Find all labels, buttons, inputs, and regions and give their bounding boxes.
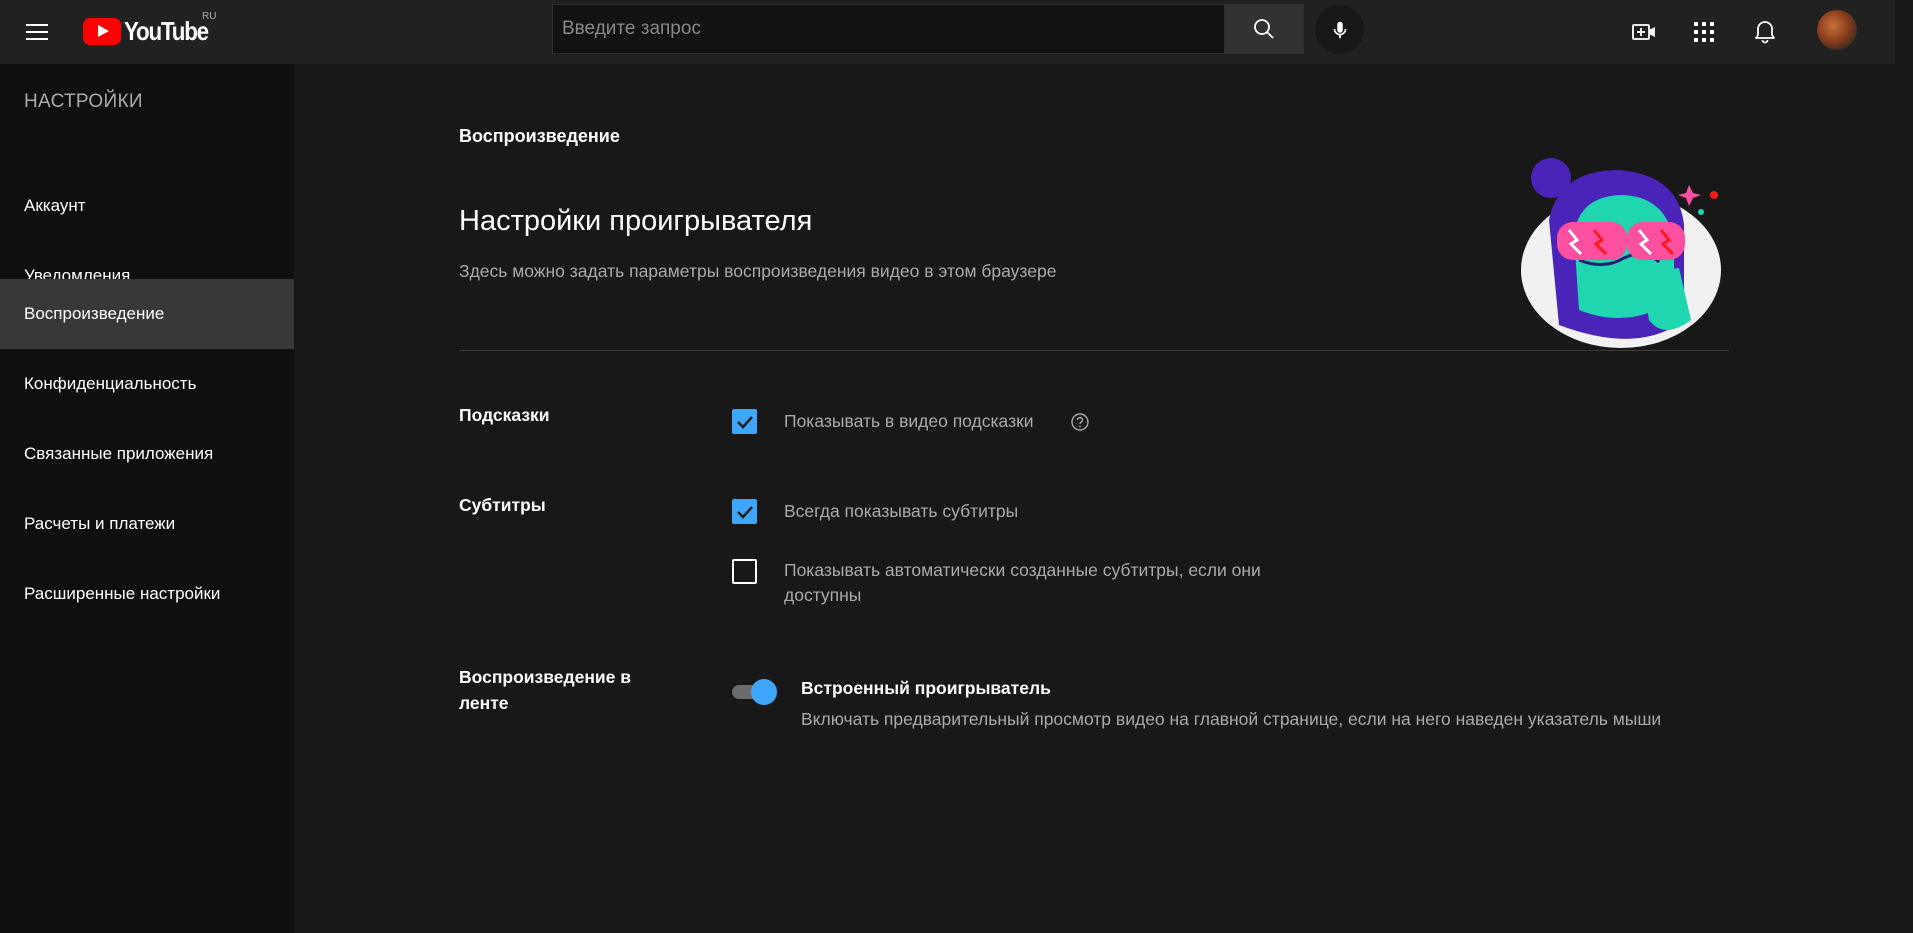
inline-playback-label: Воспроизведение в ленте (459, 667, 632, 713)
apps-button[interactable] (1684, 12, 1724, 52)
search-icon (1254, 19, 1274, 39)
page-description: Здесь можно задать параметры воспроизвед… (459, 261, 1057, 281)
auto-subtitles-checkbox[interactable] (732, 559, 757, 584)
search-input[interactable] (552, 4, 1225, 54)
search-bar (552, 4, 1304, 54)
checkmark-icon (736, 415, 753, 429)
auto-subtitles-label: Показывать автоматически созданные субти… (784, 560, 1261, 605)
logo-country-code: RU (202, 11, 217, 22)
sidebar-item-playback[interactable]: Воспроизведение (0, 279, 294, 349)
inline-playback-toggle[interactable] (730, 679, 778, 705)
microphone-icon (1333, 21, 1346, 38)
youtube-logo[interactable]: YouTube (83, 16, 222, 46)
sidebar-item-account[interactable]: Аккаунт (0, 171, 294, 241)
create-button[interactable] (1624, 12, 1664, 52)
search-button[interactable] (1225, 4, 1304, 54)
voice-search-button[interactable] (1315, 5, 1364, 54)
sidebar-item-billing[interactable]: Расчеты и платежи (0, 489, 294, 559)
player-settings-illustration (1521, 158, 1721, 348)
section-label: Воспроизведение (459, 126, 620, 146)
page-title: Настройки проигрывателя (459, 205, 813, 237)
logo-text: YouTube (124, 15, 209, 46)
sidebar-item-privacy[interactable]: Конфиденциальность (0, 349, 294, 419)
youtube-play-icon (83, 17, 121, 45)
create-video-icon (1632, 24, 1655, 40)
annotations-label: Подсказки (459, 405, 550, 425)
apps-grid-icon (1694, 22, 1714, 42)
settings-sidebar: НАСТРОЙКИ Аккаунт Уведомления Воспроизве… (0, 64, 294, 933)
toggle-knob (751, 679, 777, 705)
checkmark-icon (736, 505, 753, 519)
always-show-subtitles-label: Всегда показывать субтитры (784, 501, 1019, 521)
subtitles-label: Субтитры (459, 495, 546, 515)
avatar[interactable] (1817, 10, 1857, 50)
inline-playback-description: Включать предварительный просмотр видео … (801, 709, 1662, 729)
notifications-bell-icon (1755, 21, 1775, 44)
annotations-checkbox[interactable] (732, 409, 757, 434)
inline-playback-title: Встроенный проигрыватель (801, 678, 1051, 698)
notifications-button[interactable] (1745, 12, 1785, 52)
help-icon[interactable] (1070, 412, 1090, 432)
sidebar-item-connected-apps[interactable]: Связанные приложения (0, 419, 294, 489)
annotations-option-label: Показывать в видео подсказки (784, 411, 1034, 431)
top-bar: YouTube RU (0, 0, 1895, 64)
menu-icon[interactable] (22, 16, 54, 48)
sidebar-item-advanced[interactable]: Расширенные настройки (0, 559, 294, 629)
always-show-subtitles-checkbox[interactable] (732, 499, 757, 524)
sidebar-title: НАСТРОЙКИ (24, 91, 143, 112)
divider (459, 350, 1729, 351)
